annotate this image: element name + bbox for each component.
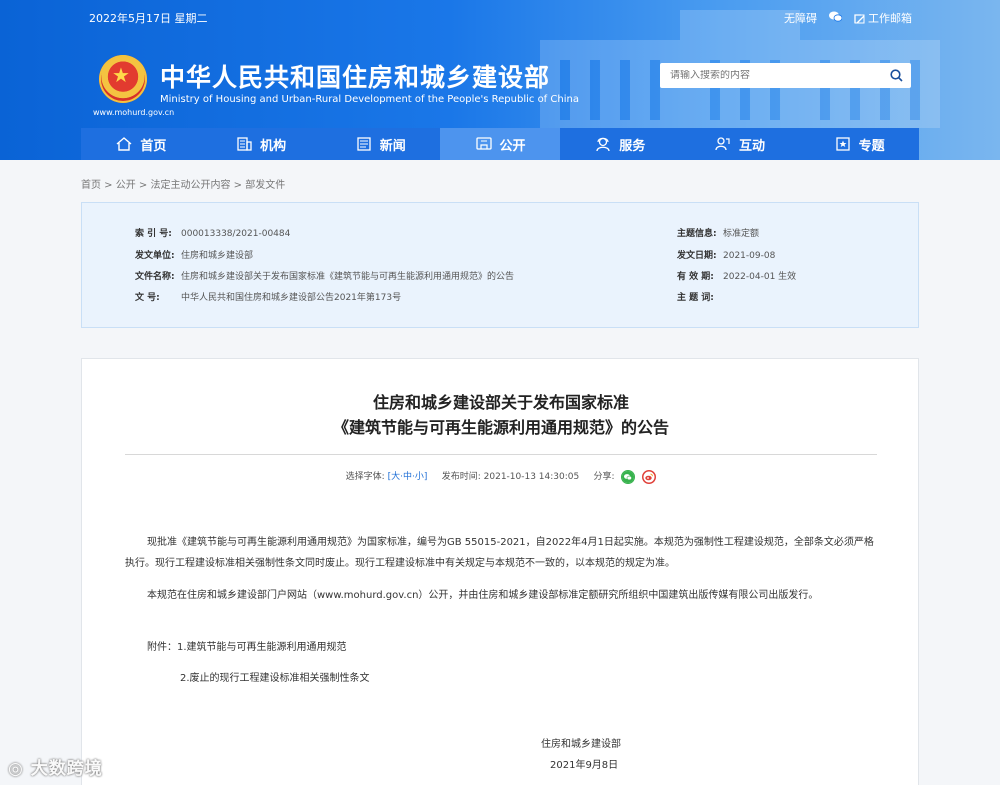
national-emblem-logo[interactable]: ★ [99, 55, 147, 103]
font-small-button[interactable]: 小 [415, 472, 424, 482]
news-icon [357, 137, 371, 151]
breadcrumb-home[interactable]: 首页 [81, 180, 101, 191]
site-subtitle: Ministry of Housing and Urban-Rural Deve… [160, 94, 579, 105]
info-label: 索 引 号: [135, 229, 172, 239]
mail-label: 工作邮箱 [868, 12, 912, 25]
info-docno: 文 号: 中华人民共和国住房和城乡建设部公告2021年第173号 [135, 290, 401, 303]
topic-icon [836, 137, 850, 151]
font-large-button[interactable]: 大 [391, 472, 400, 482]
info-validity: 有 效 期: 2022-04-01 生效 [677, 269, 796, 282]
info-index: 索 引 号: 000013338/2021-00484 [135, 226, 290, 239]
nav-label: 机构 [260, 138, 287, 154]
attachment-1-link[interactable]: 附件：1.建筑节能与可再生能源利用通用规范 [147, 637, 899, 658]
info-label: 发文单位: [135, 251, 175, 261]
article-meta: 选择字体: [大·中·小] 发布时间: 2021-10-13 14:30:05 … [82, 469, 920, 484]
nav-label: 专题 [858, 138, 885, 154]
article-content: 住房和城乡建设部关于发布国家标准 《建筑节能与可再生能源利用通用规范》的公告 选… [81, 358, 919, 785]
search-input[interactable] [660, 70, 881, 81]
public-icon [475, 137, 492, 150]
title-divider [125, 454, 877, 455]
nav-service[interactable]: 服务 [560, 128, 680, 160]
info-subject: 主题信息: 标准定额 [677, 226, 759, 239]
publish-time-label: 发布时间: [441, 472, 481, 482]
nav-label: 新闻 [379, 138, 406, 154]
mail-link[interactable]: 工作邮箱 [854, 10, 912, 26]
nav-public[interactable]: 公开 [440, 128, 560, 160]
watermark-text: 大数跨境 [30, 759, 103, 779]
info-keywords: 主 题 词: [677, 290, 723, 303]
font-size-close-bracket: ] [423, 472, 428, 482]
search-box [660, 63, 911, 88]
info-label: 主题信息: [677, 229, 717, 239]
topbar-links: 无障碍 工作邮箱 [784, 10, 912, 26]
breadcrumb-department-docs[interactable]: 部发文件 [245, 180, 285, 191]
info-value: 住房和城乡建设部关于发布国家标准《建筑节能与可再生能源利用通用规范》的公告 [181, 272, 515, 282]
wechat-icon[interactable] [829, 11, 843, 25]
watermark-icon: ◎ [8, 759, 24, 779]
breadcrumb: 首页 > 公开 > 法定主动公开内容 > 部发文件 [81, 180, 286, 191]
watermark-logo: ◎ 大数跨境 [8, 754, 103, 779]
nav-news[interactable]: 新闻 [320, 128, 440, 160]
search-icon[interactable] [881, 63, 911, 88]
nav-organization[interactable]: 机构 [201, 128, 321, 160]
info-value: 住房和城乡建设部 [181, 251, 254, 261]
info-filename: 文件名称: 住房和城乡建设部关于发布国家标准《建筑节能与可再生能源利用通用规范》的… [135, 269, 514, 282]
building-icon [237, 137, 252, 151]
breadcrumb-public[interactable]: 公开 [116, 180, 136, 191]
info-value: 000013338/2021-00484 [181, 229, 291, 239]
article-title-line1: 住房和城乡建设部关于发布国家标准 [372, 393, 629, 412]
nav-home[interactable]: 首页 [81, 128, 201, 160]
article-title-line2: 《建筑节能与可再生能源利用通用规范》的公告 [332, 418, 669, 437]
publish-time: 2021-10-13 14:30:05 [483, 472, 580, 482]
current-date: 2022年5月17日 星期二 [89, 12, 208, 25]
font-medium-button[interactable]: 中 [403, 472, 412, 482]
info-label: 文件名称: [135, 272, 175, 282]
sign-date: 2021年9月8日 [550, 760, 619, 771]
interact-icon [715, 137, 730, 151]
nav-label: 首页 [140, 138, 167, 154]
info-date: 发文日期: 2021-09-08 [677, 248, 775, 261]
paragraph-approval: 现批准《建筑节能与可再生能源利用通用规范》为国家标准，编号为GB 55015-2… [125, 537, 874, 569]
info-label: 有 效 期: [677, 272, 714, 282]
info-value: 2021-09-08 [723, 251, 776, 261]
info-value: 标准定额 [723, 229, 760, 239]
breadcrumb-statutory[interactable]: 法定主动公开内容 [151, 180, 231, 191]
nav-label: 服务 [619, 138, 646, 154]
accessibility-link[interactable]: 无障碍 [784, 10, 817, 26]
attachment-2-link[interactable]: 2.废止的现行工程建设标准相关强制性条文 [180, 668, 932, 689]
share-label: 分享: [593, 472, 615, 482]
info-unit: 发文单位: 住房和城乡建设部 [135, 248, 253, 261]
info-label: 主 题 词: [677, 293, 714, 303]
site-title[interactable]: 中华人民共和国住房和城乡建设部 [160, 58, 550, 94]
wechat-share-icon[interactable] [621, 469, 636, 484]
signer: 住房和城乡建设部 [541, 739, 621, 750]
info-label: 发文日期: [677, 251, 717, 261]
paragraph-publication: 本规范在住房和城乡建设部门户网站（www.mohurd.gov.cn）公开，并由… [147, 590, 819, 601]
nav-interact[interactable]: 互动 [680, 128, 800, 160]
nav-label: 互动 [738, 138, 765, 154]
nav-label: 公开 [499, 138, 526, 154]
site-url: www.mohurd.gov.cn [93, 108, 175, 117]
info-value: 2022-04-01 生效 [723, 272, 797, 282]
main-nav: 首页 机构 新闻 公开 服务 互动 专题 [81, 128, 919, 160]
nav-topic[interactable]: 专题 [799, 128, 919, 160]
service-icon [596, 137, 610, 152]
info-label: 文 号: [135, 293, 160, 303]
mail-icon [854, 13, 865, 23]
info-value: 中华人民共和国住房和城乡建设部公告2021年第173号 [181, 293, 402, 303]
font-size-label: 选择字体: [345, 472, 385, 482]
document-info-box: 索 引 号: 000013338/2021-00484 发文单位: 住房和城乡建设部… [81, 202, 919, 328]
weibo-share-icon[interactable] [642, 469, 657, 484]
home-icon [116, 137, 132, 151]
